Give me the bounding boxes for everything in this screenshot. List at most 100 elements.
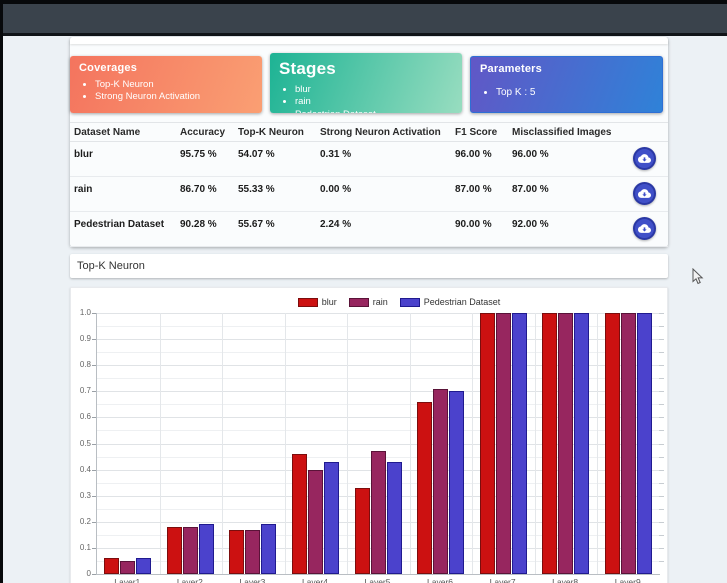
right-axis-tick [659, 509, 664, 510]
cloud-download-icon [638, 153, 651, 164]
value-cell: 92.00 % [508, 219, 620, 230]
right-axis-tick [659, 365, 664, 366]
right-axis-tick [659, 496, 664, 497]
y-axis-tick [92, 496, 96, 497]
stages-card-title: Stages [279, 59, 453, 79]
legend-item[interactable]: rain [349, 297, 388, 307]
bar-rain-layer1[interactable] [120, 561, 135, 574]
bar-pedestrian-dataset-layer7[interactable] [512, 313, 527, 574]
download-button[interactable] [633, 147, 656, 170]
bar-rain-layer5[interactable] [371, 451, 386, 574]
right-axis-tick [659, 483, 664, 484]
parameters-card: Parameters Top K : 5 [470, 56, 663, 113]
y-axis-tick-label: 0.6 [73, 413, 91, 421]
bar-pedestrian-dataset-layer2[interactable] [199, 524, 214, 574]
x-axis-tick-label: Layer2 [158, 577, 221, 583]
download-button[interactable] [633, 182, 656, 205]
chart-legend: blur rain Pedestrian Dataset [101, 297, 697, 307]
y-axis-tick [92, 574, 96, 575]
value-cell: 0.31 % [316, 149, 451, 160]
legend-item[interactable]: Pedestrian Dataset [400, 297, 501, 307]
y-axis-tick-label: 0.9 [73, 335, 91, 343]
card-list-item: Top K : 5 [496, 86, 653, 99]
card-list-item: rain [295, 96, 453, 108]
legend-swatch [349, 298, 369, 307]
dataset-name-cell: rain [70, 184, 176, 195]
bar-rain-layer3[interactable] [245, 530, 260, 574]
x-axis-tick-label: Layer3 [221, 577, 284, 583]
value-cell: 90.28 % [176, 219, 234, 230]
x-axis-tick-label: Layer6 [409, 577, 472, 583]
y-axis-tick [92, 444, 96, 445]
y-axis-tick [92, 548, 96, 549]
window-left-edge [0, 0, 3, 583]
right-axis-tick [659, 535, 664, 536]
bar-pedestrian-dataset-layer5[interactable] [387, 462, 402, 574]
gridline-vertical [160, 313, 161, 574]
legend-swatch [298, 298, 318, 307]
legend-label: blur [322, 297, 337, 307]
bar-pedestrian-dataset-layer1[interactable] [136, 558, 151, 574]
bar-rain-layer9[interactable] [621, 313, 636, 574]
value-cell: 86.70 % [176, 184, 234, 195]
value-cell: 55.67 % [234, 219, 316, 230]
right-axis-tick [659, 404, 664, 405]
right-axis-tick [659, 339, 664, 340]
y-axis-tick-label: 0.2 [73, 518, 91, 526]
bar-pedestrian-dataset-layer9[interactable] [637, 313, 652, 574]
y-axis-tick [92, 365, 96, 366]
download-button[interactable] [633, 217, 656, 240]
bar-pedestrian-dataset-layer4[interactable] [324, 462, 339, 574]
bar-blur-layer6[interactable] [417, 402, 432, 574]
right-axis-tick [659, 470, 664, 471]
value-cell: 87.00 % [451, 184, 508, 195]
bar-rain-layer6[interactable] [433, 389, 448, 574]
right-axis-tick [659, 417, 664, 418]
y-axis-tick-label: 0.8 [73, 361, 91, 369]
column-header: Dataset Name [70, 127, 176, 138]
bar-blur-layer8[interactable] [542, 313, 557, 574]
y-axis-tick-label: 0.4 [73, 466, 91, 474]
value-cell: 54.07 % [234, 149, 316, 160]
bar-blur-layer5[interactable] [355, 488, 370, 574]
y-axis-tick-label: 0.3 [73, 492, 91, 500]
column-header: Strong Neuron Activation [316, 127, 451, 138]
right-axis-tick [659, 444, 664, 445]
gridline-vertical [597, 313, 598, 574]
x-axis-tick-label: Layer8 [534, 577, 597, 583]
stages-card: Stages blurrainPedestrian Dataset [270, 53, 462, 113]
section-header-topk-neuron[interactable]: Top-K Neuron [70, 254, 668, 278]
legend-item[interactable]: blur [298, 297, 337, 307]
y-axis-tick-label: 0 [73, 570, 91, 578]
bar-blur-layer9[interactable] [605, 313, 620, 574]
column-header: Misclassified Images [508, 127, 620, 138]
coverages-card-title: Coverages [79, 62, 253, 74]
bar-rain-layer4[interactable] [308, 470, 323, 574]
bar-blur-layer2[interactable] [167, 527, 182, 574]
right-axis-tick [659, 430, 664, 431]
dataset-name-cell: Pedestrian Dataset [70, 219, 176, 230]
bar-blur-layer1[interactable] [104, 558, 119, 574]
bar-blur-layer7[interactable] [480, 313, 495, 574]
legend-label: rain [373, 297, 388, 307]
bar-pedestrian-dataset-layer3[interactable] [261, 524, 276, 574]
card-list-item: Pedestrian Dataset [295, 109, 453, 113]
value-cell: 55.33 % [234, 184, 316, 195]
bar-blur-layer3[interactable] [229, 530, 244, 574]
gridline-vertical [347, 313, 348, 574]
value-cell: 90.00 % [451, 219, 508, 230]
right-axis-tick [659, 313, 664, 314]
bar-rain-layer7[interactable] [496, 313, 511, 574]
y-axis-tick [92, 391, 96, 392]
coverages-card: Coverages Top-K NeuronStrong Neuron Acti… [70, 56, 262, 113]
right-axis-tick [659, 522, 664, 523]
bar-blur-layer4[interactable] [292, 454, 307, 574]
card-list-item: blur [295, 84, 453, 96]
bar-pedestrian-dataset-layer6[interactable] [449, 391, 464, 574]
bar-rain-layer2[interactable] [183, 527, 198, 574]
cloud-download-icon [638, 188, 651, 199]
bar-rain-layer8[interactable] [558, 313, 573, 574]
column-header: Top-K Neuron [234, 127, 316, 138]
y-axis-tick [92, 313, 96, 314]
bar-pedestrian-dataset-layer8[interactable] [574, 313, 589, 574]
